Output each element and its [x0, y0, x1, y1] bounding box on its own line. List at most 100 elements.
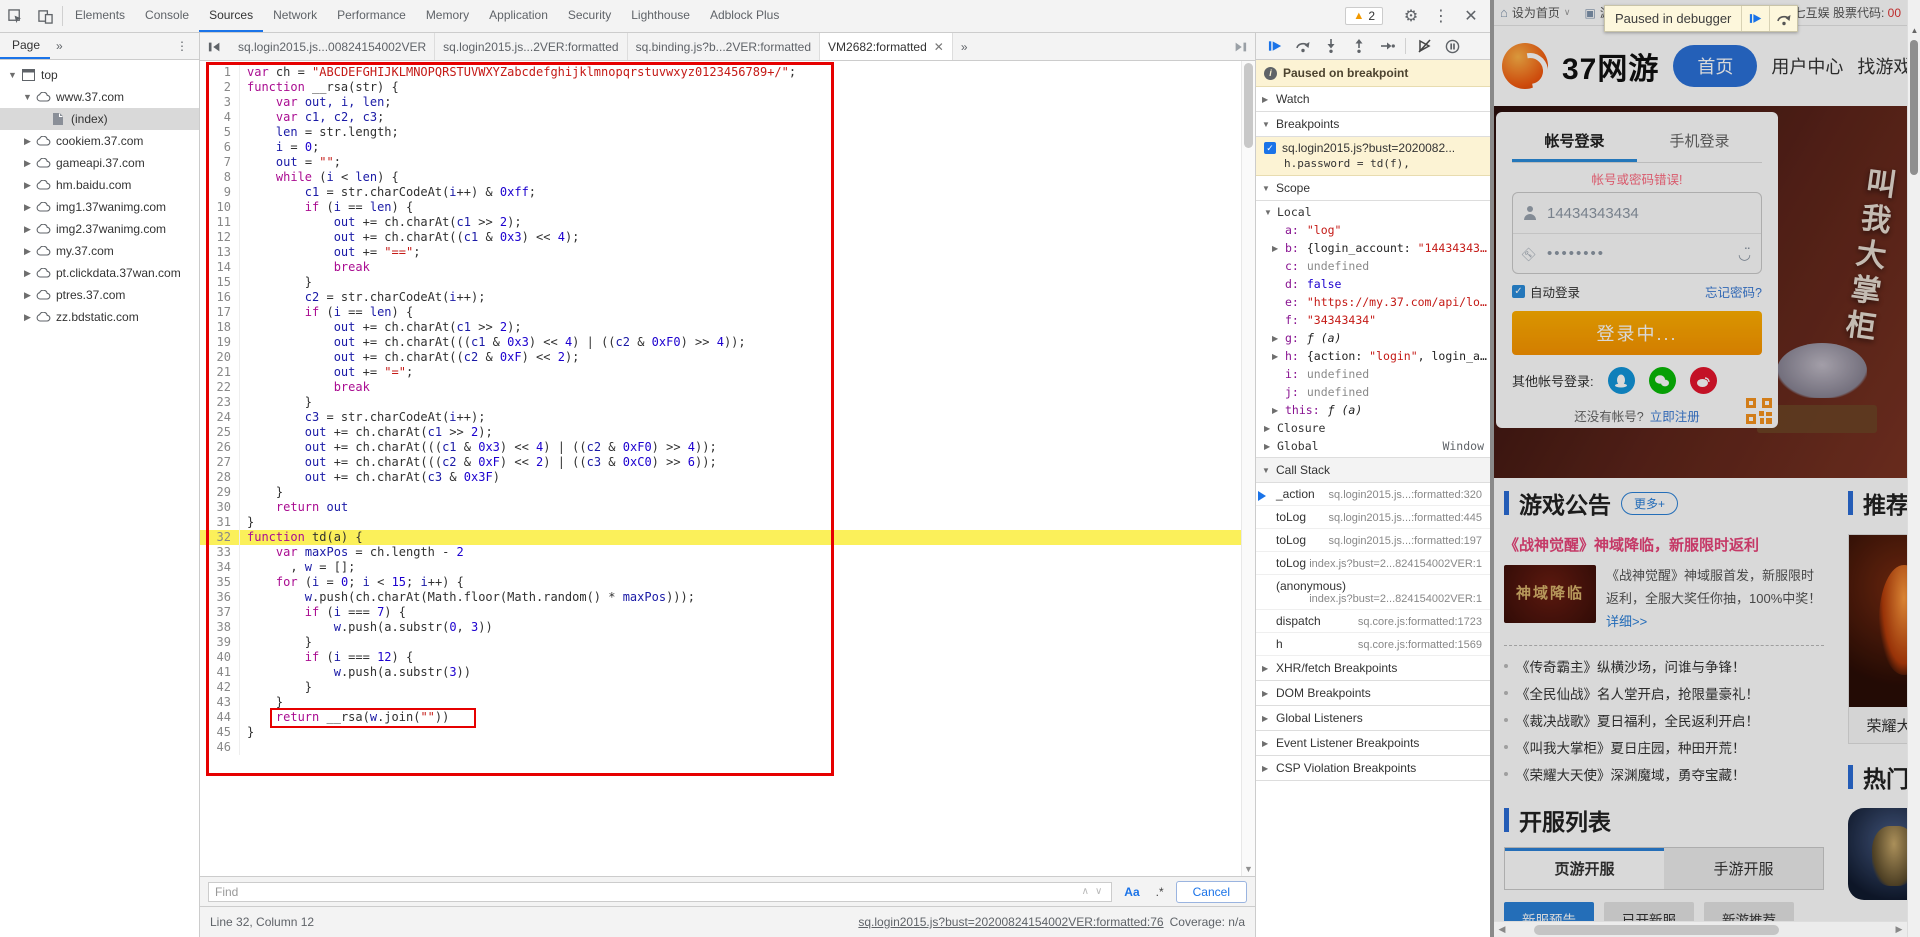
scope-var-f[interactable]: f: "34343434" — [1256, 311, 1490, 329]
breakpoint-checkbox[interactable]: ✓ — [1264, 142, 1276, 154]
step-out-icon[interactable] — [1346, 35, 1372, 57]
scrollbar-down-arrow[interactable]: ▼ — [1243, 864, 1254, 874]
tree-item-img1.37wanimg.com[interactable]: ▶ img1.37wanimg.com — [0, 196, 199, 218]
show-debugger-icon[interactable] — [1225, 33, 1255, 60]
page-horizontal-scrollbar[interactable]: ◀ ▶ — [1494, 921, 1907, 937]
line-number[interactable]: 15 — [200, 275, 240, 290]
show-password-icon[interactable]: ◡̈ — [1738, 245, 1751, 263]
editor-tab-sqlogin2015js0082415[interactable]: sq.login2015.js...00824154002VER — [230, 33, 436, 60]
scope-var-g[interactable]: ▶ g: ƒ (a) — [1256, 329, 1490, 347]
line-number[interactable]: 36 — [200, 590, 240, 605]
news-list-item[interactable]: 《裁决战歌》夏日福利，全民返利开启！ — [1504, 706, 1824, 733]
tree-item-hm.baidu.com[interactable]: ▶ hm.baidu.com — [0, 174, 199, 196]
scroll-left-arrow[interactable]: ◀ — [1494, 924, 1510, 935]
scope-var-d[interactable]: d: false — [1256, 275, 1490, 293]
section-watch[interactable]: ▶ Watch — [1256, 87, 1490, 112]
tree-item-pt.clickdata.37wan.com[interactable]: ▶ pt.clickdata.37wan.com — [0, 262, 199, 284]
line-number[interactable]: 40 — [200, 650, 240, 665]
line-number[interactable]: 31 — [200, 515, 240, 530]
find-cancel-button[interactable]: Cancel — [1175, 880, 1247, 903]
hscroll-thumb[interactable] — [1534, 925, 1779, 935]
inspect-element-icon[interactable] — [0, 0, 30, 32]
forgot-password-link[interactable]: 忘记密码? — [1705, 282, 1762, 301]
devtools-tab-memory[interactable]: Memory — [416, 0, 479, 32]
line-number[interactable]: 3 — [200, 95, 240, 110]
tree-item-cookiem.37.com[interactable]: ▶ cookiem.37.com — [0, 130, 199, 152]
more-button[interactable]: 更多+ — [1621, 491, 1679, 515]
line-number[interactable]: 17 — [200, 305, 240, 320]
line-number[interactable]: 8 — [200, 170, 240, 185]
tree-item-gameapi.37.com[interactable]: ▶ gameapi.37.com — [0, 152, 199, 174]
find-next-icon[interactable]: ∨ — [1092, 886, 1105, 897]
tab-account-login[interactable]: 帐号登录 — [1512, 124, 1637, 162]
editor-tab-sqbindingjsb2VERform[interactable]: sq.binding.js?b...2VER:formatted — [627, 33, 821, 60]
stack-frame-source[interactable]: sq.login2015.js...:formatted:320 — [1329, 489, 1482, 501]
close-tab-icon[interactable]: ✕ — [934, 40, 944, 54]
line-number[interactable]: 44 — [200, 710, 240, 725]
stack-frame-h[interactable]: h sq.core.js:formatted:1569 — [1256, 633, 1490, 656]
line-number[interactable]: 39 — [200, 635, 240, 650]
source-file-link[interactable]: sq.login2015.js?bust=20200824154002VER:f… — [858, 915, 1163, 929]
detail-link[interactable]: 详细>> — [1606, 614, 1647, 629]
line-number[interactable]: 4 — [200, 110, 240, 125]
hide-navigator-icon[interactable] — [200, 33, 230, 60]
tree-item-index[interactable]: (index) — [0, 108, 199, 130]
qq-login-icon[interactable] — [1607, 367, 1635, 394]
stack-frame-_action[interactable]: _action sq.login2015.js...:formatted:320 — [1256, 483, 1490, 506]
set-home-link[interactable]: 设为首页 — [1512, 4, 1560, 21]
device-toolbar-icon[interactable] — [30, 0, 60, 32]
tree-item-my.37.com[interactable]: ▶ my.37.com — [0, 240, 199, 262]
news-list-item[interactable]: 《叫我大掌柜》夏日庄园，种田开荒！ — [1504, 733, 1824, 760]
devtools-tab-network[interactable]: Network — [263, 0, 327, 32]
vscroll-thumb[interactable] — [1910, 40, 1918, 175]
deactivate-breakpoints-icon[interactable] — [1411, 35, 1437, 57]
line-number[interactable]: 6 — [200, 140, 240, 155]
more-options-icon[interactable]: ⋮ — [1426, 6, 1456, 26]
line-number[interactable]: 46 — [200, 740, 240, 755]
line-number[interactable]: 42 — [200, 680, 240, 695]
line-number[interactable]: 12 — [200, 230, 240, 245]
devtools-tab-console[interactable]: Console — [135, 0, 199, 32]
page-vertical-scrollbar[interactable]: ▲ — [1907, 0, 1920, 937]
section-dom-breakpoints[interactable]: ▶ DOM Breakpoints — [1256, 681, 1490, 706]
news-thumbnail[interactable]: 神域降临 — [1504, 565, 1596, 623]
stack-frame-toLog[interactable]: toLog sq.login2015.js...:formatted:197 — [1256, 529, 1490, 552]
stack-frame-anonymous[interactable]: (anonymous) index.js?bust=2...824154002VE… — [1256, 575, 1490, 610]
line-number[interactable]: 34 — [200, 560, 240, 575]
stack-frame-source[interactable]: sq.core.js:formatted:1569 — [1358, 639, 1482, 651]
stack-frame-source[interactable]: sq.login2015.js...:formatted:445 — [1329, 512, 1482, 524]
scope-var-j[interactable]: j: undefined — [1256, 383, 1490, 401]
stack-frame-toLog[interactable]: toLog index.js?bust=2...824154002VER:1 — [1256, 552, 1490, 575]
line-number[interactable]: 27 — [200, 455, 240, 470]
stack-frame-source[interactable]: index.js?bust=2...824154002VER:1 — [1309, 558, 1482, 570]
section-csp-violation-breakpoints[interactable]: ▶ CSP Violation Breakpoints — [1256, 756, 1490, 781]
section-global-listeners[interactable]: ▶ Global Listeners — [1256, 706, 1490, 731]
editor-tab-overflow-chevron[interactable]: » — [953, 33, 976, 60]
scope-global[interactable]: ▶ Global Window — [1256, 437, 1490, 455]
line-number[interactable]: 26 — [200, 440, 240, 455]
line-number[interactable]: 9 — [200, 185, 240, 200]
server-filter-0[interactable]: 新服预告 — [1504, 902, 1594, 921]
editor-scrollbar[interactable]: ▼ — [1241, 61, 1255, 876]
tab-page[interactable]: Page — [0, 33, 51, 59]
scope-closure[interactable]: ▶ Closure — [1256, 419, 1490, 437]
tree-item-top[interactable]: ▼ top — [0, 64, 199, 86]
server-filter-1[interactable]: 已开新服 — [1604, 902, 1694, 921]
line-number[interactable]: 43 — [200, 695, 240, 710]
line-number[interactable]: 22 — [200, 380, 240, 395]
line-number[interactable]: 23 — [200, 395, 240, 410]
line-number[interactable]: 33 — [200, 545, 240, 560]
line-number[interactable]: 16 — [200, 290, 240, 305]
editor-tab-VM2682formatted[interactable]: VM2682:formatted ✕ — [820, 33, 953, 60]
line-number[interactable]: 35 — [200, 575, 240, 590]
step-icon[interactable] — [1374, 35, 1400, 57]
devtools-tab-adblock-plus[interactable]: Adblock Plus — [700, 0, 789, 32]
nav-find-games[interactable]: 找游戏 — [1857, 53, 1907, 79]
sidebar-menu-icon[interactable]: ⋮ — [166, 39, 199, 53]
section-scope[interactable]: ▼ Scope — [1256, 176, 1490, 201]
settings-gear-icon[interactable]: ⚙ — [1396, 6, 1426, 26]
news-list-item[interactable]: 《传奇霸主》纵横沙场，问谁与争锋！ — [1504, 652, 1824, 679]
section-breakpoints[interactable]: ▼ Breakpoints — [1256, 112, 1490, 137]
line-number[interactable]: 19 — [200, 335, 240, 350]
scope-var-c[interactable]: c: undefined — [1256, 257, 1490, 275]
